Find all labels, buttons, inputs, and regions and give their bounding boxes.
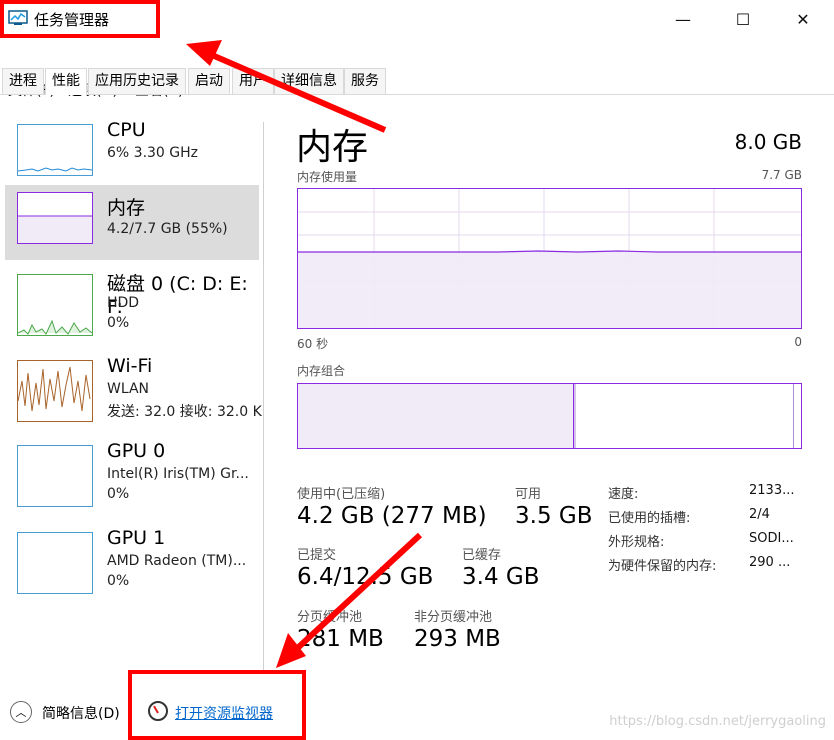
- annotation-arrows: [186, 40, 423, 668]
